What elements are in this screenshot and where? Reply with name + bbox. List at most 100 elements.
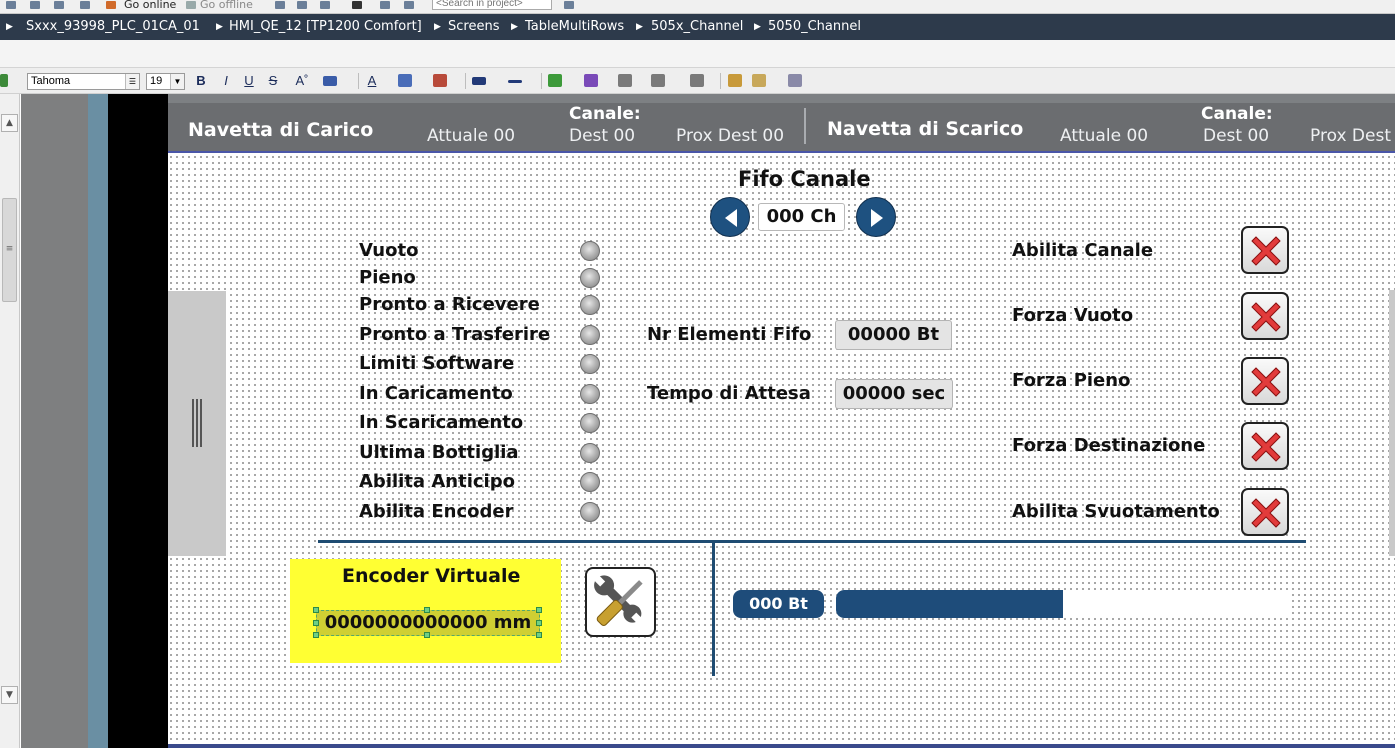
unloading-shuttle-title: Navetta di Scarico [827,118,1024,140]
toolbar-icon[interactable] [30,1,40,9]
breadcrumb-item[interactable]: Sxxx_93998_PLC_01CA_01 [26,14,200,40]
selection-handle[interactable] [313,607,319,613]
red-x-icon [1251,236,1281,266]
status-label-pronto-trasferire: Pronto a Trasferire [359,324,551,345]
breadcrumb-item[interactable]: Screens [448,14,499,40]
go-online-icon[interactable] [106,1,116,9]
scroll-up-icon[interactable]: ▲ [1,114,18,132]
fill-color-icon[interactable] [398,74,412,87]
toolbar-icon[interactable] [297,1,307,9]
section-divider-vertical [712,543,715,676]
send-backward-icon[interactable] [584,74,598,87]
strikethrough-button[interactable]: S [266,72,280,90]
loading-shuttle-current: Attuale 00 [427,126,516,146]
scroll-thumb[interactable]: ≡ [2,198,17,302]
abilita-canale-button[interactable] [1241,226,1289,274]
selection-handle[interactable] [313,632,319,638]
breadcrumb-item[interactable]: 505x_Channel [651,14,743,40]
status-led-icon [580,413,600,433]
scroll-down-icon[interactable]: ▼ [1,686,18,704]
separator [358,73,359,89]
status-led-icon [580,384,600,404]
breadcrumb-item[interactable]: 5050_Channel [768,14,861,40]
close-icon[interactable] [352,1,362,9]
line-style-icon[interactable] [508,80,522,83]
toolbar-icon[interactable] [404,1,414,9]
unloading-shuttle-dest: Dest 00 [1203,126,1270,146]
same-size-icon[interactable] [690,74,704,87]
underline-button[interactable]: U [242,72,256,90]
selection-handle[interactable] [536,607,542,613]
font-family-select[interactable]: Tahoma ☰ [27,73,140,90]
loading-channel-label: Canale: [569,104,641,124]
side-panel-handle-right[interactable] [1389,290,1395,556]
chevron-down-icon[interactable]: ☰ [125,74,139,89]
breadcrumb: ▶ Sxxx_93998_PLC_01CA_01 ▶ HMI_QE_12 [TP… [0,14,1395,40]
font-color-icon[interactable]: A [364,72,380,90]
grip-icon[interactable] [192,399,202,447]
selection-handle[interactable] [313,620,319,626]
line-weight-icon[interactable] [472,77,486,85]
chevron-right-icon: ▶ [216,22,223,32]
forza-pieno-button[interactable] [1241,357,1289,405]
bring-forward-icon[interactable] [548,74,562,87]
status-led-icon [580,241,600,261]
arrow-right-icon [871,209,883,227]
toggle-label-forza-pieno: Forza Pieno [1012,370,1131,391]
font-family-value: Tahoma [31,75,71,87]
font-scale-icon[interactable]: A˚ [289,72,315,90]
vertical-scrollbar[interactable]: ▲ ≡ ▼ [0,94,20,748]
status-led-icon [580,325,600,345]
tempo-attesa-field: 00000 sec [835,379,953,409]
zoom-icon[interactable] [788,74,802,87]
channel-number-field[interactable]: 000 Ch [758,203,845,231]
rotate-icon[interactable] [752,74,766,87]
fill-level-bar-fill [836,590,1063,618]
selection-handle[interactable] [536,620,542,626]
selection-handle[interactable] [424,607,430,613]
tools-button[interactable] [585,567,656,637]
toggle-label-abilita-canale: Abilita Canale [1012,240,1154,261]
abilita-svuotamento-button[interactable] [1241,488,1289,536]
toolbar-icon[interactable] [80,1,90,9]
status-led-icon [580,502,600,522]
breadcrumb-item[interactable]: TableMultiRows [525,14,624,40]
font-size-select[interactable]: 19 ▼ [146,73,185,90]
forza-destinazione-button[interactable] [1241,422,1289,470]
bold-button[interactable]: B [194,72,208,90]
screen-border [108,94,168,748]
save-icon[interactable] [54,1,64,9]
italic-button[interactable]: I [219,72,233,90]
format-painter-icon[interactable] [728,74,742,87]
selection-handle[interactable] [424,632,430,638]
distribute-icon[interactable] [651,74,665,87]
status-label-ultima-bottiglia: Ultima Bottiglia [359,442,519,463]
search-input[interactable] [432,0,552,10]
encoder-title: Encoder Virtuale [342,565,521,587]
align-objects-icon[interactable] [618,74,632,87]
side-panel-handle[interactable] [168,291,226,556]
toolbar-icon[interactable] [275,1,285,9]
red-x-icon [1251,432,1281,462]
toolbar-icon[interactable] [0,74,8,87]
selection-handle[interactable] [536,632,542,638]
chevron-down-icon[interactable]: ▼ [170,74,184,89]
forza-vuoto-button[interactable] [1241,292,1289,340]
go-offline-button[interactable]: Go offline [200,0,253,12]
align-icon[interactable] [323,76,337,86]
separator [720,73,721,89]
toolbar-icon[interactable] [380,1,390,9]
editor-tab-bar [0,40,1395,68]
breadcrumb-item[interactable]: HMI_QE_12 [TP1200 Comfort] [229,14,422,40]
search-icon[interactable] [564,1,574,9]
go-offline-icon[interactable] [186,1,196,9]
status-led-icon [580,295,600,315]
next-channel-button[interactable] [856,197,896,237]
toolbar-icon[interactable] [6,1,16,9]
header-top-strip [168,94,1395,103]
prev-channel-button[interactable] [710,197,750,237]
go-online-button[interactable]: Go online [124,0,176,12]
line-color-icon[interactable] [433,74,447,87]
toolbar-icon[interactable] [320,1,330,9]
toggle-label-forza-destinazione: Forza Destinazione [1012,435,1206,456]
